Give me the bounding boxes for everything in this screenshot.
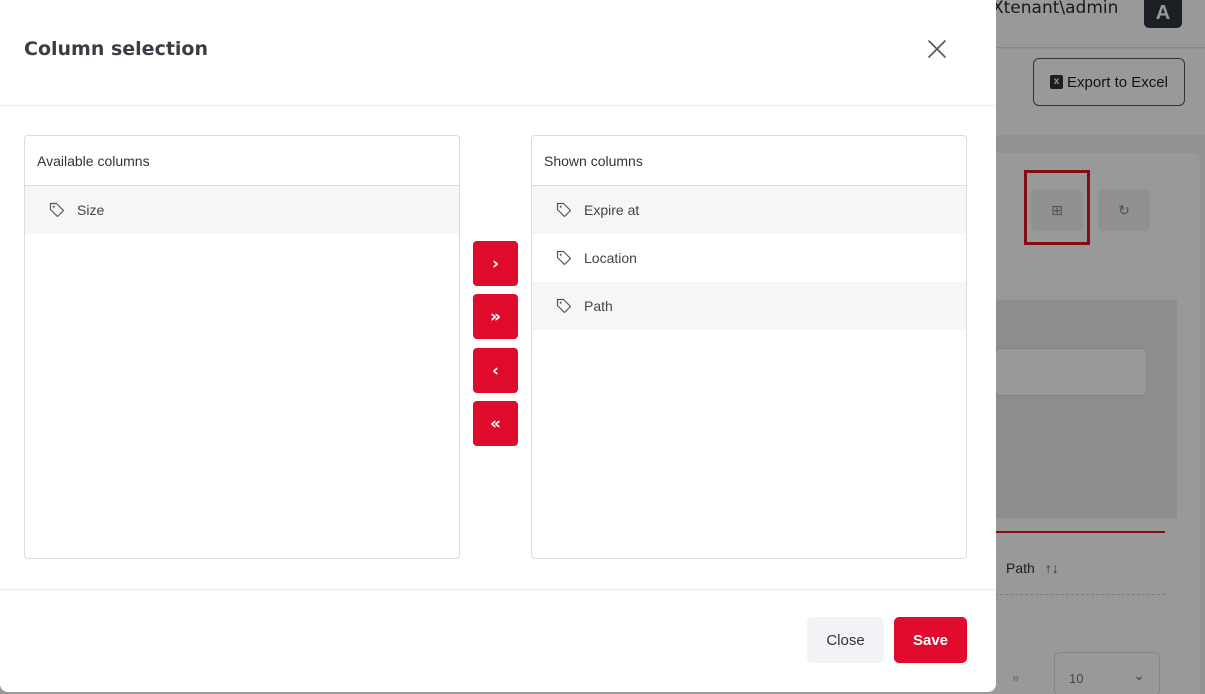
tag-icon [556, 297, 574, 315]
footer-divider [0, 589, 996, 590]
move-all-left-button[interactable]: « [473, 401, 518, 446]
double-chevron-left-icon: « [490, 413, 501, 434]
close-icon [928, 40, 946, 58]
move-all-right-button[interactable]: » [473, 294, 518, 339]
shown-columns-panel: Shown columns Expire at Location Path [531, 135, 967, 559]
list-item-label: Path [584, 298, 613, 314]
list-item-path[interactable]: Path [532, 282, 966, 330]
available-columns-panel: Available columns Size [24, 135, 460, 559]
close-button[interactable]: Close [807, 617, 884, 663]
available-columns-header: Available columns [25, 136, 459, 186]
move-left-button[interactable]: ‹ [473, 348, 518, 393]
dialog-title: Column selection [24, 38, 209, 60]
chevron-right-icon: › [491, 253, 499, 274]
list-item-label: Location [584, 250, 637, 266]
list-item-location[interactable]: Location [532, 234, 966, 282]
list-item-label: Expire at [584, 202, 640, 218]
header-divider [0, 105, 996, 106]
double-chevron-right-icon: » [490, 306, 501, 327]
tag-icon [556, 201, 574, 219]
move-right-button[interactable]: › [473, 241, 518, 286]
list-item-label: Size [77, 202, 105, 218]
list-item-expire-at[interactable]: Expire at [532, 186, 966, 234]
column-selection-dialog: Column selection Available columns Size … [0, 0, 996, 692]
list-item-size[interactable]: Size [25, 186, 459, 234]
shown-columns-header: Shown columns [532, 136, 966, 186]
save-button[interactable]: Save [894, 617, 967, 663]
tag-icon [49, 201, 67, 219]
dialog-close-button[interactable] [922, 34, 952, 64]
chevron-left-icon: ‹ [491, 360, 499, 381]
tag-icon [556, 249, 574, 267]
